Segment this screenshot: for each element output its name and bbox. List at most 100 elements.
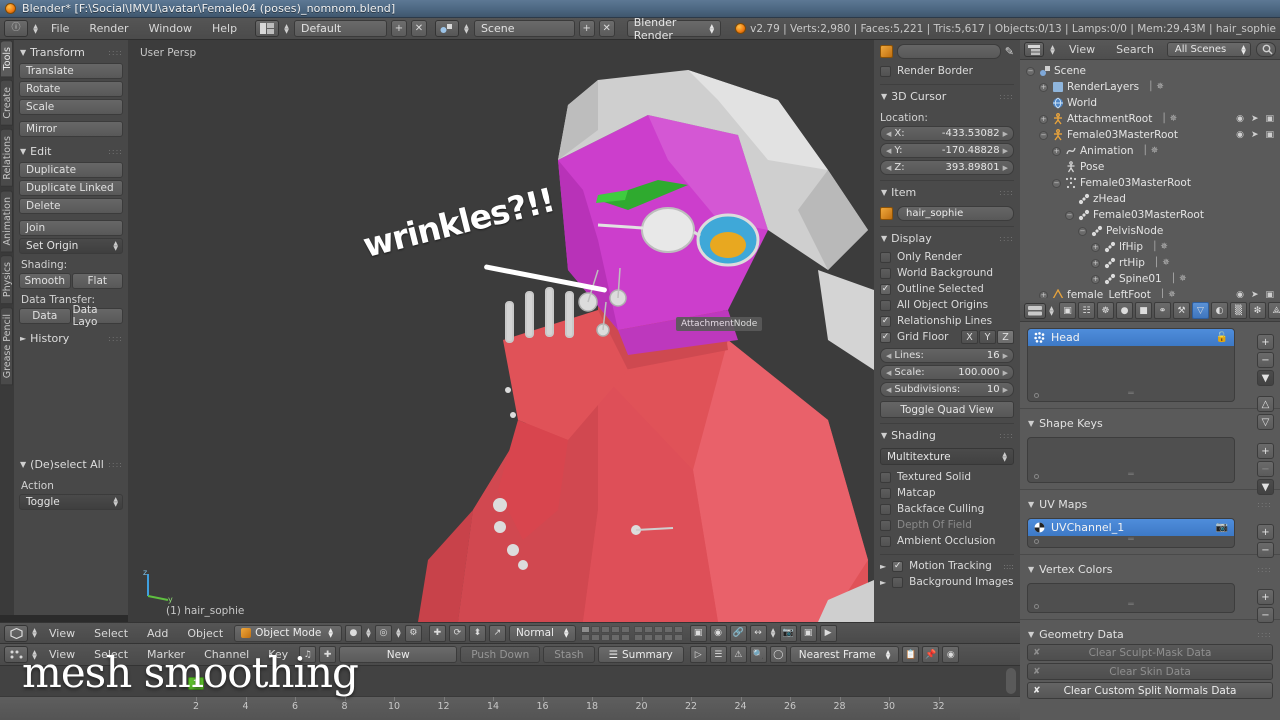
- outliner-row[interactable]: Pose: [1022, 159, 1280, 175]
- grid-floor-check[interactable]: ✓ Grid Floor X Y Z: [880, 329, 1014, 345]
- snap-mode-dropdown[interactable]: Nearest Frame ▲▼: [790, 646, 900, 663]
- background-images-panel-header[interactable]: ► Background Images: [880, 574, 1014, 590]
- collapse-toggle-icon[interactable]: −: [1052, 179, 1061, 188]
- camera-icon[interactable]: 📷: [1216, 522, 1228, 533]
- transform-orientation-dropdown[interactable]: Normal ▲▼: [509, 625, 576, 642]
- vertex-color-remove-button[interactable]: −: [1257, 607, 1274, 623]
- properties-tab-physics[interactable]: ⟁: [1268, 302, 1280, 319]
- scale-button[interactable]: Scale: [19, 99, 123, 115]
- outliner-restrict-toggles[interactable]: ◉➤▣: [1236, 130, 1280, 140]
- collapse-toggle-icon[interactable]: −: [1065, 211, 1074, 220]
- ren lockable-render-icon[interactable]: ▣: [1265, 130, 1274, 140]
- visibility-eye-icon[interactable]: ◉: [1236, 290, 1244, 298]
- tool-tab-tools[interactable]: Tools: [1, 40, 13, 77]
- screen-layout-spinner[interactable]: ▲▼: [283, 21, 290, 36]
- vertex-colors-list[interactable]: ═: [1027, 583, 1235, 613]
- filter-hidden-icon[interactable]: ☰: [710, 646, 727, 663]
- ambient-occlusion-check[interactable]: Ambient Occlusion: [880, 533, 1014, 549]
- grid-scale-field[interactable]: ◀ Scale: 100.000 ▶: [880, 365, 1014, 380]
- vertex-color-add-button[interactable]: +: [1257, 589, 1274, 605]
- interaction-mode-dropdown[interactable]: Object Mode ▲▼: [234, 625, 342, 642]
- filter-search-icon[interactable]: 🔍: [750, 646, 767, 663]
- pivot-point-icon[interactable]: ◎: [375, 625, 392, 642]
- collapse-toggle-icon[interactable]: −: [1026, 67, 1035, 76]
- outliner-row[interactable]: −Female03MasterRoot◉➤▣: [1022, 127, 1280, 143]
- bone-icon[interactable]: │ ✵: [1171, 274, 1187, 284]
- menu-render[interactable]: Render: [81, 21, 136, 36]
- list-grip-icon[interactable]: ═: [1028, 535, 1234, 545]
- manipulator-toggle-icon[interactable]: ↗: [489, 625, 506, 642]
- bone-icon[interactable]: │ ✵: [1154, 258, 1170, 268]
- filter-only-selected-icon[interactable]: ▷: [690, 646, 707, 663]
- shading-method-dropdown[interactable]: Multitexture ▲▼: [880, 448, 1014, 465]
- action-icon[interactable]: │ ✵: [1143, 146, 1159, 156]
- outliner-row[interactable]: +RenderLayers│ ✵: [1022, 79, 1280, 95]
- set-origin-dropdown[interactable]: Set Origin ▲▼: [19, 238, 123, 254]
- grid-axis-z-toggle[interactable]: Z: [997, 330, 1014, 344]
- expand-toggle-icon[interactable]: +: [1039, 83, 1048, 92]
- join-button[interactable]: Join: [19, 220, 123, 236]
- mirror-button[interactable]: Mirror: [19, 121, 123, 137]
- snap-magnet-icon[interactable]: ⚙: [405, 625, 422, 642]
- cursor-z-field[interactable]: ◀ Z: 393.89801 ▶: [880, 160, 1014, 175]
- render-border-check[interactable]: Render Border: [880, 63, 1014, 79]
- outliner-row[interactable]: zHead: [1022, 191, 1280, 207]
- properties-tab-render-layers[interactable]: ☷: [1078, 302, 1095, 319]
- grid-axis-x-toggle[interactable]: X: [961, 330, 978, 344]
- properties-type-spinner[interactable]: ▲▼: [1048, 303, 1055, 318]
- scene-add-button[interactable]: +: [579, 20, 595, 37]
- copy-keyframes-icon[interactable]: 📋: [902, 646, 919, 663]
- cursor-y-field[interactable]: ◀ Y: -170.48828 ▶: [880, 143, 1014, 158]
- pivot-spinner[interactable]: ▲▼: [395, 626, 402, 641]
- collapse-toggle-icon[interactable]: −: [1078, 227, 1087, 236]
- menu-file[interactable]: File: [43, 21, 77, 36]
- data-transfer-data-button[interactable]: Data: [19, 308, 71, 324]
- mirror-icon[interactable]: ↔: [750, 625, 767, 642]
- vertex-group-move-up-button[interactable]: △: [1257, 396, 1274, 412]
- vertex-group-move-down-button[interactable]: ▽: [1257, 414, 1274, 430]
- info-editor-type-spinner[interactable]: ▲▼: [32, 21, 39, 36]
- screen-layout-remove-button[interactable]: ✕: [411, 20, 427, 37]
- shape-keys-list[interactable]: ═: [1027, 437, 1235, 483]
- list-grip-icon[interactable]: ═: [1028, 600, 1234, 610]
- expand-toggle-icon[interactable]: +: [1039, 291, 1048, 299]
- outliner-editor-type-icon[interactable]: [1024, 42, 1044, 57]
- menu-help[interactable]: Help: [204, 21, 245, 36]
- outliner-display-mode-dropdown[interactable]: All Scenes ▲▼: [1167, 42, 1251, 57]
- render-image-icon[interactable]: 📷: [780, 625, 797, 642]
- vertex-colors-panel-header[interactable]: ▼ Vertex Colors ::::: [1020, 559, 1280, 577]
- bone-icon[interactable]: │ ✵: [1152, 242, 1168, 252]
- action-dropdown[interactable]: Toggle ▲▼: [19, 494, 123, 510]
- properties-tab-object[interactable]: ■: [1135, 302, 1152, 319]
- geometry-data-panel-header[interactable]: ▼ Geometry Data ::::: [1020, 624, 1280, 642]
- outliner-row[interactable]: +rtHip│ ✵: [1022, 255, 1280, 271]
- timeline-ruler[interactable]: 2468101214161820222426283032: [0, 696, 1020, 720]
- vertex-group-specials-button[interactable]: ▼: [1257, 370, 1274, 386]
- grid-subdivisions-field[interactable]: ◀ Subdivisions: 10 ▶: [880, 382, 1014, 397]
- data-transfer-layout-button[interactable]: Data Layo: [72, 308, 124, 324]
- duplicate-linked-button[interactable]: Duplicate Linked: [19, 180, 123, 196]
- scene-field[interactable]: Scene: [474, 20, 575, 37]
- expand-toggle-icon[interactable]: +: [1039, 115, 1048, 124]
- outliner-row[interactable]: −Scene: [1022, 63, 1280, 79]
- expand-toggle-icon[interactable]: +: [1091, 243, 1100, 252]
- ren lockable-render-icon[interactable]: ▣: [1265, 290, 1274, 298]
- tool-tab-relations[interactable]: Relations: [1, 129, 13, 187]
- outliner-row[interactable]: +female_LeftFoot│ ✵◉➤▣: [1022, 287, 1280, 298]
- all-object-origins-check[interactable]: All Object Origins: [880, 297, 1014, 313]
- outliner-row[interactable]: −Female03MasterRoot: [1022, 207, 1280, 223]
- render-engine-select[interactable]: Blender Render ▲▼: [627, 20, 721, 37]
- outliner-row[interactable]: −Female03MasterRoot: [1022, 175, 1280, 191]
- ren lockable-render-icon[interactable]: ▣: [1265, 114, 1274, 124]
- menu-window[interactable]: Window: [141, 21, 200, 36]
- relationship-lines-check[interactable]: ✓ Relationship Lines: [880, 313, 1014, 329]
- selectable-cursor-icon[interactable]: ➤: [1251, 290, 1259, 298]
- push-down-button[interactable]: Push Down: [460, 646, 540, 663]
- scene-spinner[interactable]: ▲▼: [463, 21, 470, 36]
- properties-tab-constraints[interactable]: ⚭: [1154, 302, 1171, 319]
- uv-maps-list[interactable]: UVChannel_1 📷 ═: [1027, 518, 1235, 548]
- 3d-viewport[interactable]: User Persp: [128, 40, 874, 622]
- world-background-check[interactable]: World Background: [880, 265, 1014, 281]
- outliner-menu-view[interactable]: View: [1061, 42, 1103, 57]
- rotate-button[interactable]: Rotate: [19, 81, 123, 97]
